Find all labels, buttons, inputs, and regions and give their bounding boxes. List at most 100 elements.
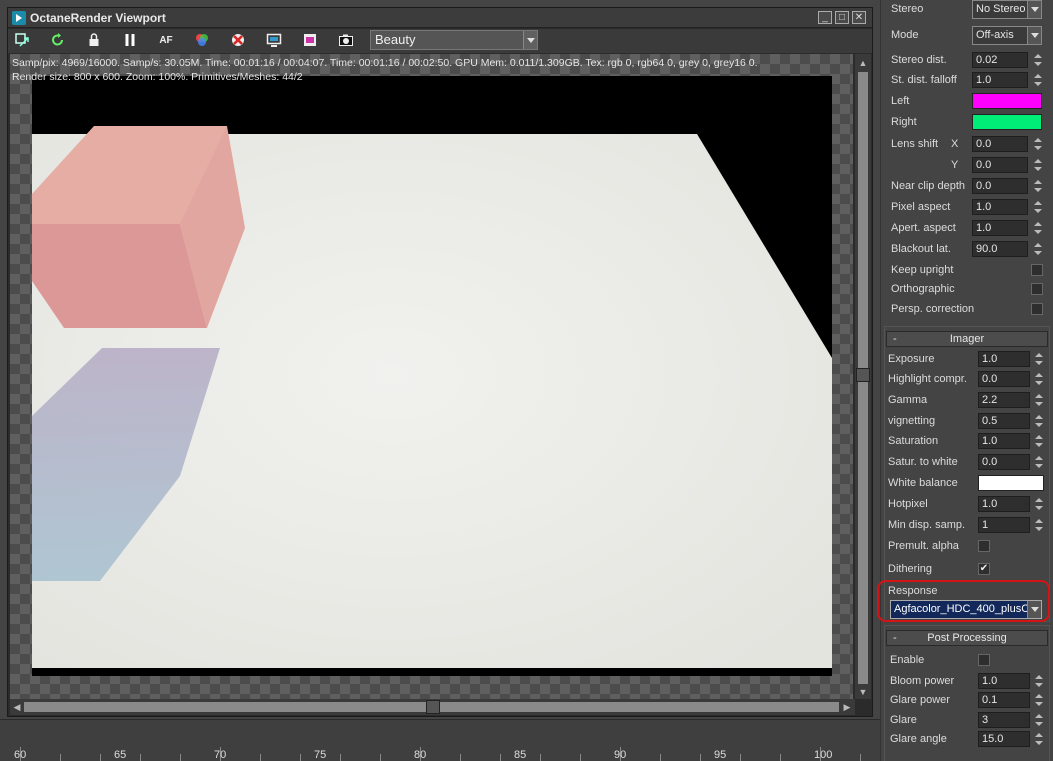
pixel-aspect-input[interactable]: 1.0 (972, 199, 1028, 215)
render-canvas-area[interactable] (10, 54, 853, 699)
vignetting-input[interactable]: 0.5 (978, 413, 1030, 429)
bloom-row: Bloom power 1.0 (881, 672, 1053, 692)
pause-button[interactable] (120, 32, 140, 50)
saturation-spinner[interactable] (1034, 433, 1044, 449)
vertical-scrollbar[interactable]: ▲ ▼ (855, 54, 871, 699)
highlight-input[interactable]: 0.0 (978, 371, 1030, 387)
region-render-button[interactable] (264, 32, 284, 50)
satur-white-input[interactable]: 0.0 (978, 454, 1030, 470)
render-image[interactable] (32, 76, 832, 676)
imager-title: Imager (949, 333, 985, 345)
chevron-down-icon[interactable] (523, 31, 537, 49)
hotpixel-input[interactable]: 1.0 (978, 496, 1030, 512)
lock-button[interactable] (84, 32, 104, 50)
glare-power-spinner[interactable] (1034, 692, 1044, 708)
pixel-aspect-spinner[interactable] (1033, 199, 1043, 215)
blackout-lat-row: Blackout lat. 90.0 (881, 240, 1053, 260)
gamma-input[interactable]: 2.2 (978, 392, 1030, 408)
min-disp-spinner[interactable] (1034, 517, 1044, 533)
glare-power-input[interactable]: 0.1 (978, 692, 1030, 708)
orthographic-checkbox[interactable] (1031, 283, 1043, 295)
st-dist-falloff-input[interactable]: 1.0 (972, 72, 1028, 88)
color-picker-button[interactable] (192, 32, 212, 50)
glare-angle-spinner[interactable] (1034, 731, 1044, 747)
glare-angle-input[interactable]: 15.0 (978, 731, 1030, 747)
minimize-button[interactable]: _ (818, 11, 832, 24)
send-scene-button[interactable] (12, 32, 32, 50)
ruler-tick (140, 754, 141, 761)
saturation-input[interactable]: 1.0 (978, 433, 1030, 449)
blackout-lat-spinner[interactable] (1033, 241, 1043, 257)
left-color-swatch[interactable] (972, 93, 1042, 109)
bloom-input[interactable]: 1.0 (978, 673, 1030, 689)
right-color-swatch[interactable] (972, 114, 1042, 130)
premult-alpha-label: Premult. alpha (888, 540, 959, 552)
highlight-spinner[interactable] (1034, 371, 1044, 387)
premult-alpha-checkbox[interactable] (978, 540, 990, 552)
vignetting-spinner[interactable] (1034, 413, 1044, 429)
stereo-dist-input[interactable]: 0.02 (972, 52, 1028, 68)
autofocus-icon: AF (159, 35, 173, 46)
ruler-tick (580, 754, 581, 761)
keep-upright-checkbox[interactable] (1031, 264, 1043, 276)
blackout-lat-input[interactable]: 90.0 (972, 241, 1028, 257)
st-dist-falloff-spinner[interactable] (1033, 72, 1043, 88)
ruler-tick (180, 754, 181, 761)
glare-spinner[interactable] (1034, 712, 1044, 728)
ruler-tick (500, 754, 501, 761)
scroll-left-icon[interactable]: ◀ (11, 701, 23, 713)
premult-alpha-row: Premult. alpha (881, 537, 1053, 557)
octane-viewport-window: OctaneRender Viewport _ □ ✕ AF Beauty Sa… (7, 7, 873, 717)
exposure-input[interactable]: 1.0 (978, 351, 1030, 367)
bloom-spinner[interactable] (1034, 673, 1044, 689)
lens-shift-x-spinner[interactable] (1033, 136, 1043, 152)
clear-button[interactable] (228, 32, 248, 50)
dithering-checkbox[interactable]: ✔ (978, 563, 990, 575)
mode-dropdown[interactable]: Off-axis (972, 26, 1042, 45)
post-processing-header[interactable]: - Post Processing (886, 630, 1048, 646)
film-settings-button[interactable] (300, 32, 320, 50)
collapse-icon[interactable]: - (893, 631, 897, 645)
lens-shift-y-input[interactable]: 0.0 (972, 157, 1028, 173)
stereo-dist-spinner[interactable] (1033, 52, 1043, 68)
enable-checkbox[interactable] (978, 654, 990, 666)
satur-white-spinner[interactable] (1034, 454, 1044, 470)
gamma-spinner[interactable] (1034, 392, 1044, 408)
keep-upright-row: Keep upright (881, 261, 1053, 281)
persp-correction-checkbox[interactable] (1031, 303, 1043, 315)
maximize-button[interactable]: □ (835, 11, 849, 24)
near-clip-spinner[interactable] (1033, 178, 1043, 194)
satur-white-row: Satur. to white 0.0 (881, 453, 1053, 473)
apert-aspect-label: Apert. aspect (891, 222, 956, 234)
imager-header[interactable]: - Imager (886, 331, 1048, 347)
ruler-label: 75 (314, 749, 327, 761)
restart-render-button[interactable] (48, 32, 68, 50)
render-pass-select[interactable]: Beauty (370, 30, 538, 50)
ruler-tick (60, 754, 61, 761)
apert-aspect-spinner[interactable] (1033, 220, 1043, 236)
min-disp-input[interactable]: 1 (978, 517, 1030, 533)
close-button[interactable]: ✕ (852, 11, 866, 24)
scroll-right-icon[interactable]: ▶ (841, 701, 853, 713)
collapse-icon[interactable]: - (893, 332, 897, 346)
scroll-up-icon[interactable]: ▲ (857, 57, 869, 69)
lens-shift-y-spinner[interactable] (1033, 157, 1043, 173)
scroll-down-icon[interactable]: ▼ (857, 686, 869, 698)
camera-button[interactable] (336, 32, 356, 50)
timeline-ruler[interactable]: 60 65 70 75 80 85 90 95 100 (0, 719, 880, 761)
vertical-scroll-thumb[interactable] (856, 368, 870, 382)
near-clip-input[interactable]: 0.0 (972, 178, 1028, 194)
white-balance-swatch[interactable] (978, 475, 1044, 491)
lens-shift-x-input[interactable]: 0.0 (972, 136, 1028, 152)
horizontal-scrollbar[interactable]: ◀ ▶ (10, 699, 855, 715)
apert-aspect-input[interactable]: 1.0 (972, 220, 1028, 236)
render-pass-value: Beauty (375, 32, 416, 47)
glare-input[interactable]: 3 (978, 712, 1030, 728)
enable-label: Enable (890, 654, 925, 666)
horizontal-scroll-thumb[interactable] (426, 700, 440, 714)
title-bar[interactable]: OctaneRender Viewport _ □ ✕ (8, 8, 872, 28)
exposure-spinner[interactable] (1034, 351, 1044, 367)
stereo-dropdown[interactable]: No Stereo (972, 0, 1042, 19)
autofocus-button[interactable]: AF (156, 32, 176, 50)
hotpixel-spinner[interactable] (1034, 496, 1044, 512)
